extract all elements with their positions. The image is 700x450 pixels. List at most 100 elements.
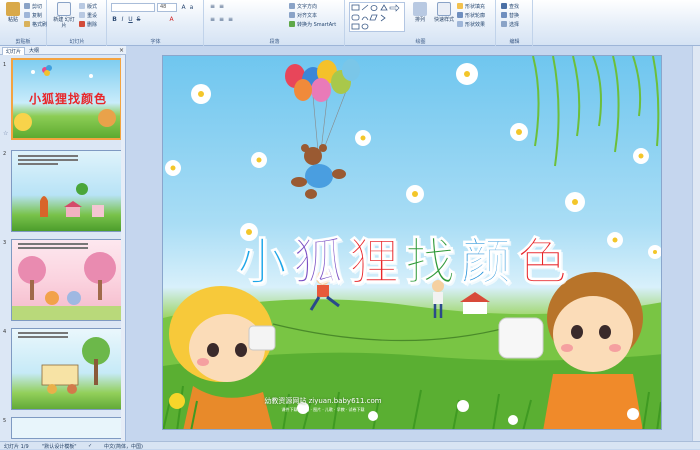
thumb-2-art (18, 155, 104, 217)
title-char-2: 狐 (293, 233, 347, 292)
drawing-group-label: 绘图 (415, 39, 426, 45)
copy-icon (24, 12, 30, 18)
status-bar: 幻灯片 1/9 "默认设计模板" ✓ 中文(简体，中国) (0, 441, 700, 450)
binoculars-icon (501, 3, 507, 9)
paste-icon (6, 2, 20, 16)
brush-icon (24, 21, 30, 27)
ribbon: 粘贴 剪切 复制 格式刷 剪贴板 新建 幻灯片 版式 重设 删除 幻灯片 48 … (0, 0, 700, 46)
slide-thumbnail-4[interactable] (11, 328, 122, 410)
select-arrow-icon (501, 21, 507, 27)
clipboard-group: 粘贴 剪切 复制 格式刷 剪贴板 (0, 0, 47, 46)
slides-group: 新建 幻灯片 版式 重设 删除 幻灯片 (48, 0, 107, 46)
balloons (285, 59, 360, 152)
cut-button[interactable]: 剪切 (24, 2, 42, 10)
website-credit-small: 课件下载 · 动画 · 图片 · 儿歌 · 早教 · 试卷下载 (281, 407, 365, 412)
title-char-4: 找 (405, 233, 459, 292)
clipboard-group-label: 剪贴板 (15, 39, 31, 45)
smartart-button[interactable]: 转换为 SmartArt (289, 20, 336, 28)
slide-thumbnail-2[interactable] (11, 150, 122, 232)
current-slide[interactable]: 小 狐 狸 找 颜 色 幼教资源网站 ziyuan.baby611.com 课件… (162, 55, 662, 430)
thumb-4-art (18, 332, 110, 394)
grow-font-icon[interactable]: A (180, 4, 187, 11)
editor-scrollbar[interactable] (692, 46, 700, 441)
font-group: 48 A a B I U S A 字体 (108, 0, 204, 46)
shrink-font-icon[interactable]: a (188, 4, 195, 11)
underline-icon[interactable]: U (127, 16, 134, 23)
thumb-number-5: 5 (3, 418, 7, 424)
new-slide-icon (57, 2, 71, 16)
layout-button[interactable]: 版式 (79, 2, 97, 10)
smartart-icon (289, 21, 295, 27)
format-painter-button[interactable]: 格式刷 (24, 20, 47, 28)
reset-button[interactable]: 重设 (79, 11, 97, 19)
font-group-label: 字体 (150, 39, 161, 45)
drawing-group: 排列 快速样式 形状填充 形状轮廓 形状效果 绘图 (346, 0, 496, 46)
panel-scrollbar[interactable] (121, 55, 125, 441)
shape-effects-button[interactable]: 形状效果 (457, 20, 485, 28)
yellow-flower (169, 393, 185, 409)
effects-icon (457, 21, 463, 27)
thumb-1-title: 小狐狸找颜色 (29, 92, 108, 106)
paragraph-group-label: 段落 (269, 39, 280, 45)
copy-button[interactable]: 复制 (24, 11, 42, 19)
delete-slide-button[interactable]: 删除 (79, 20, 97, 28)
fill-bucket-icon (457, 3, 463, 9)
title-char-1: 小 (237, 233, 291, 292)
align-center-icon[interactable]: ≡ (218, 16, 225, 23)
find-button[interactable]: 查找 (501, 2, 519, 10)
slide-title[interactable]: 小 狐 狸 找 颜 色 (237, 222, 637, 294)
align-right-icon[interactable]: ≡ (227, 16, 234, 23)
reset-icon (79, 12, 85, 18)
delete-icon (79, 21, 85, 27)
thumb-number-1: 1 (3, 62, 7, 68)
slides-panel: 幻灯片 大纲 × 1 小狐狸找颜色 ☆ 2 3 4 5 (0, 46, 126, 441)
text-direction-button[interactable]: 文字方向 (289, 2, 317, 10)
slide-thumbnail-1[interactable]: 小狐狸找颜色 (11, 58, 122, 140)
align-left-icon[interactable]: ≡ (209, 16, 216, 23)
scissors-icon (24, 3, 30, 9)
arrange-icon (413, 2, 427, 16)
strikethrough-icon[interactable]: S (135, 16, 142, 23)
panel-tabs: 幻灯片 大纲 × (0, 46, 126, 55)
thumb-number-4: 4 (3, 329, 7, 335)
small-house (460, 292, 490, 314)
replace-button[interactable]: 替换 (501, 11, 519, 19)
editing-group-label: 编辑 (509, 39, 520, 45)
tab-outline[interactable]: 大纲 (26, 47, 42, 55)
shapes-gallery[interactable] (349, 2, 405, 32)
font-size-box[interactable]: 48 (157, 3, 177, 12)
title-char-5: 颜 (461, 233, 515, 292)
slide-thumbnail-3[interactable] (11, 239, 122, 321)
arrange-button[interactable]: 排列 (409, 2, 431, 34)
paragraph-group: ≡ ≡ ≡ ≡ ≡ 文字方向 对齐文本 转换为 SmartArt 段落 (205, 0, 345, 46)
website-credit: 幼教资源网站 ziyuan.baby611.com (264, 397, 382, 405)
text-direction-icon (289, 3, 295, 9)
numbering-icon[interactable]: ≡ (218, 3, 225, 10)
slide-thumbnail-5[interactable] (11, 417, 122, 439)
layout-icon (79, 3, 85, 9)
quick-styles-icon (437, 2, 451, 16)
font-name-box[interactable] (111, 3, 155, 12)
thumb-number-3: 3 (3, 240, 7, 246)
spellcheck-icon[interactable]: ✓ (88, 443, 92, 449)
thumb-3-art (12, 243, 121, 320)
slides-group-label: 幻灯片 (69, 39, 85, 45)
quick-styles-button[interactable]: 快速样式 (432, 2, 456, 34)
paste-button[interactable]: 粘贴 (2, 2, 24, 34)
slide-editor: 小 狐 狸 找 颜 色 幼教资源网站 ziyuan.baby611.com 课件… (127, 46, 700, 441)
new-slide-button[interactable]: 新建 幻灯片 (52, 2, 76, 34)
font-color-icon[interactable]: A (168, 16, 175, 23)
shape-fill-button[interactable]: 形状填充 (457, 2, 485, 10)
panel-close-icon[interactable]: × (119, 47, 124, 54)
bold-icon[interactable]: B (111, 16, 118, 23)
outline-pen-icon (457, 12, 463, 18)
italic-icon[interactable]: I (119, 16, 126, 23)
tab-slides[interactable]: 幻灯片 (2, 47, 26, 55)
select-button[interactable]: 选择 (501, 20, 519, 28)
teddy-bear (291, 144, 346, 199)
shape-outline-button[interactable]: 形状轮廓 (457, 11, 485, 19)
align-text-button[interactable]: 对齐文本 (289, 11, 317, 19)
bullets-icon[interactable]: ≡ (209, 3, 216, 10)
title-char-3: 狸 (349, 233, 403, 292)
align-text-icon (289, 12, 295, 18)
